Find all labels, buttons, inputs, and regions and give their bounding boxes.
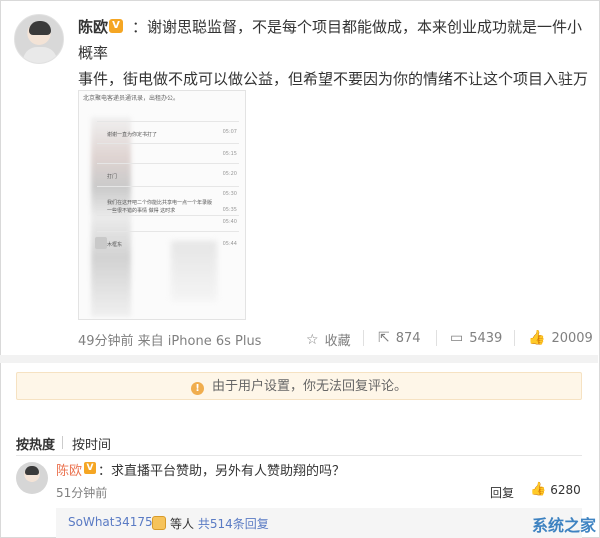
- post-image-row-time: 05:44: [222, 241, 237, 247]
- favorite-button[interactable]: ☆ 收藏: [306, 330, 351, 350]
- comment-reply-button[interactable]: 回复: [490, 484, 514, 501]
- repost-icon: ⇱: [378, 330, 390, 346]
- reply-disabled-notice: ! 由于用户设置，你无法回复评论。: [16, 372, 582, 400]
- action-divider: [363, 330, 364, 346]
- post-image-row-time: 05:20: [222, 171, 237, 177]
- verified-badge-icon: V: [84, 462, 96, 474]
- star-icon: ☆: [306, 331, 319, 348]
- comment-button[interactable]: ▭ 5439: [450, 330, 502, 346]
- post-image-row-time: 05:15: [222, 151, 237, 157]
- comment-like-button[interactable]: 👍 6280: [530, 482, 581, 497]
- post-image-row-msg: 我们在这开吧二个你能比共享电一点一个年录版: [107, 200, 213, 206]
- post-image-row-divider: [97, 121, 239, 122]
- repost-button[interactable]: ⇱ 874: [378, 330, 421, 346]
- post-image-blur: [171, 241, 217, 301]
- post-image-row-time: 05:07: [222, 129, 237, 135]
- comment-time: 51分钟前: [56, 486, 108, 500]
- comment-text: ：求直播平台赞助，另外有人赞助翔的吗？: [98, 464, 346, 479]
- post-image-blur: [91, 117, 131, 317]
- thumbs-up-icon: 👍: [528, 330, 546, 346]
- author-avatar[interactable]: [14, 14, 64, 64]
- watermark-logo: 系统之家: [531, 516, 596, 535]
- subreply-and-others: 等人: [170, 517, 195, 531]
- post-image-row-msg: 打门: [107, 174, 118, 180]
- post-image-row-time: 05:40: [222, 219, 237, 225]
- subreplies-bar[interactable]: SoWhat34175 等人 共514条回复: [56, 508, 582, 538]
- post-image-row-divider: [97, 215, 239, 216]
- favorite-label: 收藏: [324, 334, 351, 349]
- post-meta: 49分钟前 来自 iPhone 6s Plus: [78, 334, 262, 349]
- repost-count: 874: [395, 330, 421, 346]
- sort-by-hot-tab[interactable]: 按热度: [16, 434, 55, 453]
- comment-count: 5439: [469, 330, 503, 346]
- comment-avatar[interactable]: [16, 462, 48, 494]
- subreply-summary: 等人 共514条回复: [170, 515, 269, 532]
- section-separator: [0, 355, 598, 363]
- action-divider: [514, 330, 515, 346]
- post-image[interactable]: 北京聚电客递员通讯录，出租办公。 谢谢一直为你定书打了 05:07 05:15 …: [78, 90, 246, 320]
- subreply-user[interactable]: SoWhat34175: [68, 515, 153, 529]
- post-image-row-msg: 木框东: [107, 242, 123, 248]
- comments-divider: [16, 455, 582, 456]
- post-image-row-msg: 一些很不错的事情 做得 这时求: [107, 208, 176, 214]
- post-image-header: 北京聚电客递员通讯录，出租办公。: [83, 95, 180, 102]
- post-image-row-time: 05:35: [222, 207, 237, 213]
- like-button[interactable]: 👍 20009: [528, 330, 593, 346]
- like-count: 20009: [551, 330, 593, 346]
- verified-badge-icon: V: [109, 19, 123, 33]
- post-image-row-divider: [97, 163, 239, 164]
- comment-icon: ▭: [450, 330, 464, 346]
- post-image-row-divider: [97, 143, 239, 144]
- notice-text: 由于用户设置，你无法回复评论。: [211, 379, 407, 394]
- warning-icon: !: [190, 382, 204, 395]
- sort-by-time-tab[interactable]: 按时间: [72, 434, 111, 453]
- comment-author[interactable]: 陈欧: [56, 460, 82, 479]
- author-name[interactable]: 陈欧: [78, 16, 108, 37]
- post-text-line1: ：谢谢思聪监督，不是每个项目都能做成，本来创业成功就是一件小概率: [78, 18, 583, 62]
- post-image-row-divider: [97, 186, 239, 187]
- subreply-link[interactable]: 共514条回复: [198, 517, 269, 531]
- post-image-row-divider: [97, 231, 239, 232]
- post-image-row-time: 05:30: [222, 191, 237, 197]
- action-divider: [436, 330, 437, 346]
- sort-divider: [62, 436, 63, 449]
- post-image-row-msg: 谢谢一直为你定书打了: [107, 132, 158, 138]
- comment-like-count: 6280: [550, 482, 581, 497]
- cat-emoji-icon: [152, 516, 166, 530]
- post-image-row-avatar: [95, 237, 107, 249]
- thumbs-up-icon: 👍: [530, 482, 547, 497]
